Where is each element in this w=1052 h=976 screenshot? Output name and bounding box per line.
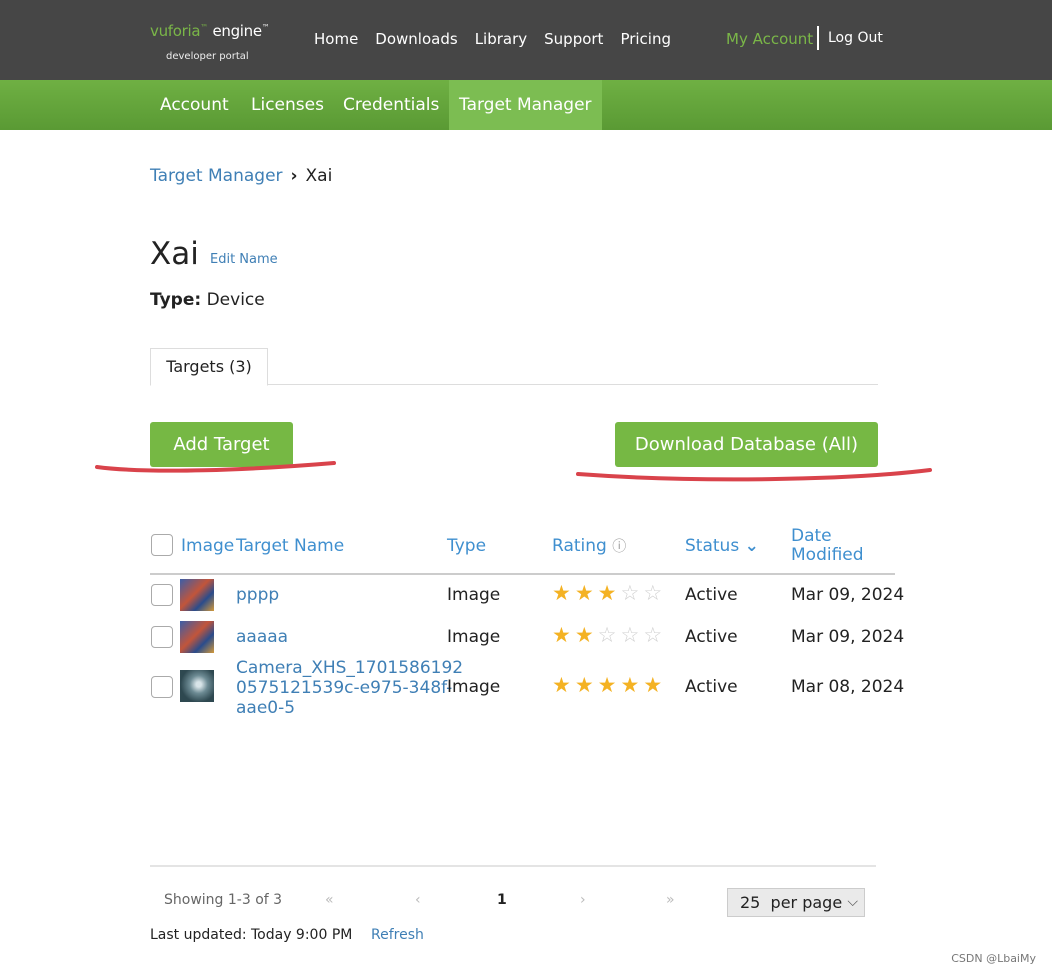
header-target-name[interactable]: Target Name <box>236 536 344 556</box>
target-status: Active <box>685 627 738 647</box>
select-all-checkbox[interactable] <box>151 534 173 556</box>
target-status: Active <box>685 585 738 605</box>
chevron-down-icon: ⌵ <box>847 894 858 910</box>
first-page-button[interactable]: « <box>325 892 334 908</box>
star-icon: ★ <box>552 673 575 697</box>
chevron-down-icon: ⌄ <box>744 536 759 556</box>
target-name-line: aae0-5 <box>236 698 296 718</box>
target-date: Mar 09, 2024 <box>791 585 905 605</box>
star-icon: ★ <box>552 581 575 605</box>
target-name-line: 0575121539c-e975-348f- <box>236 678 453 698</box>
star-rating: ★★★★★ <box>552 673 666 697</box>
header-type[interactable]: Type <box>447 536 486 556</box>
watermark: CSDN @LbaiMy <box>951 952 1036 965</box>
star-icon: ☆ <box>643 623 667 647</box>
star-icon: ★ <box>597 673 621 697</box>
row-checkbox[interactable] <box>151 676 173 698</box>
star-icon: ☆ <box>620 623 644 647</box>
annotation-underlines <box>95 461 932 482</box>
star-icon: ★ <box>574 673 598 697</box>
per-page-select[interactable]: 25 per page ⌵ <box>727 888 865 917</box>
target-type: Image <box>447 585 501 605</box>
footer-divider <box>150 865 876 867</box>
next-page-button[interactable]: › <box>580 892 586 908</box>
star-icon: ★ <box>552 623 575 647</box>
star-icon: ☆ <box>597 623 621 647</box>
target-type: Image <box>447 627 501 647</box>
header-divider <box>150 573 895 575</box>
star-icon: ★ <box>620 673 644 697</box>
target-date: Mar 08, 2024 <box>791 677 905 697</box>
star-icon: ☆ <box>643 581 667 605</box>
row-checkbox[interactable] <box>151 584 173 606</box>
target-thumbnail[interactable] <box>180 621 214 653</box>
target-type: Image <box>447 677 501 697</box>
target-thumbnail[interactable] <box>180 579 214 611</box>
per-page-value: 25 per page <box>740 893 843 912</box>
header-rating[interactable]: Rating ⓘ <box>552 536 626 556</box>
target-status: Active <box>685 677 738 697</box>
last-updated: Last updated: Today 9:00 PM <box>150 927 353 943</box>
header-image[interactable]: Image <box>181 536 234 556</box>
header-status-label: Status <box>685 536 740 556</box>
target-name-link[interactable]: pppp <box>236 585 279 605</box>
star-icon: ★ <box>597 581 621 605</box>
info-icon: ⓘ <box>612 539 627 555</box>
header-status[interactable]: Status ⌄ <box>685 536 759 556</box>
prev-page-button[interactable]: ‹ <box>415 892 421 908</box>
row-checkbox[interactable] <box>151 626 173 648</box>
showing-count: Showing 1-3 of 3 <box>164 892 283 908</box>
header-rating-label: Rating <box>552 536 607 556</box>
star-icon: ★ <box>574 623 598 647</box>
star-rating: ★★★☆☆ <box>552 581 666 605</box>
target-thumbnail[interactable] <box>180 670 214 702</box>
target-date: Mar 09, 2024 <box>791 627 905 647</box>
header-date-modified[interactable]: Date Modified <box>791 527 881 565</box>
target-name-line: Camera_XHS_1701586192 <box>236 658 464 678</box>
refresh-link[interactable]: Refresh <box>371 927 424 943</box>
star-icon: ★ <box>574 581 598 605</box>
current-page[interactable]: 1 <box>497 892 507 908</box>
target-name-link[interactable]: aaaaa <box>236 627 288 647</box>
star-icon: ☆ <box>620 581 644 605</box>
last-page-button[interactable]: » <box>666 892 675 908</box>
star-rating: ★★☆☆☆ <box>552 623 666 647</box>
star-icon: ★ <box>643 673 667 697</box>
target-name-link[interactable]: Camera_XHS_1701586192 0575121539c-e975-3… <box>236 658 463 718</box>
